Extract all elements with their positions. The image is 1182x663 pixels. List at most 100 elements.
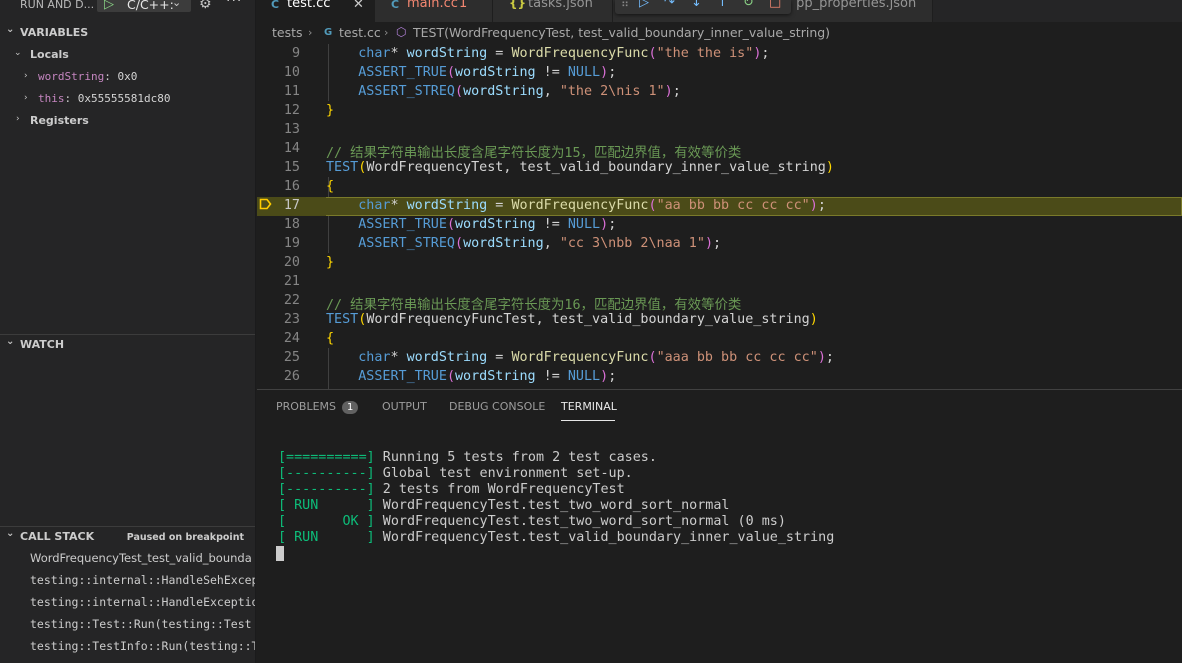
code-line: 24{	[283, 331, 335, 346]
current-execution-line: 17 char* wordString = WordFrequencyFunc(…	[257, 197, 1182, 216]
step-out-icon[interactable]: ↑	[717, 0, 728, 10]
debug-toolbar: ⠿ ▷ ↷ ↓ ↑ ↻ □	[615, 0, 791, 14]
code-line: 26 ASSERT_TRUE(wordString != NULL);	[283, 369, 617, 384]
variable-name: this	[38, 92, 65, 105]
variable-name: wordString	[38, 70, 105, 83]
cpp-file-icon: C	[271, 0, 280, 11]
code-line: 19 ASSERT_STREQ(wordString, "cc 3\nbb 2\…	[283, 236, 722, 251]
chevron-down-icon: ⌄	[6, 528, 15, 539]
watch-section-header[interactable]: ⌄ WATCH	[0, 334, 255, 354]
chevron-right-icon: ›	[16, 114, 20, 124]
tab-label: test.cc	[287, 0, 331, 11]
terminal-line: [ OK ] WordFrequencyTest.test_two_word_s…	[278, 514, 786, 529]
tab-main-cc[interactable]: C main.cc 1	[375, 0, 493, 22]
code-line: 9 char* wordString = WordFrequencyFunc("…	[291, 46, 770, 61]
code-line: 21	[283, 274, 300, 289]
run-and-debug-title: RUN AND D...	[20, 0, 95, 11]
tab-label: cpp_properties.json	[789, 0, 917, 11]
code-line: 16{	[283, 179, 335, 194]
tab-problems[interactable]: PROBLEMS 1	[276, 400, 359, 414]
variable-value: 0x55555581dc80	[77, 92, 171, 105]
tab-test-cc[interactable]: C test.cc ✕	[257, 0, 375, 22]
terminal-line: [----------] Global test environment set…	[278, 466, 633, 481]
stack-frame[interactable]: testing::TestInfo::Run(testing::Tes	[0, 635, 256, 657]
step-into-icon[interactable]: ↓	[691, 0, 702, 10]
variables-section-header[interactable]: ⌄ VARIABLES	[0, 23, 255, 43]
variable-row[interactable]: › this: 0x55555581dc80	[0, 88, 255, 110]
problems-count-badge: 1	[342, 401, 359, 414]
bottom-panel: PROBLEMS 1 OUTPUT DEBUG CONSOLE TERMINAL …	[257, 389, 1182, 663]
code-line: 23 TEST(WordFrequencyFuncTest, test_valid…	[283, 312, 818, 327]
breadcrumb-folder[interactable]: tests	[272, 25, 303, 40]
locals-scope[interactable]: ⌄ Locals	[0, 44, 255, 66]
variable-row[interactable]: › wordString: 0x0	[0, 66, 255, 88]
chevron-right-icon: ›	[384, 26, 389, 39]
watch-title: WATCH	[20, 338, 65, 351]
code-line: 22// 结果字符串输出长度含尾字符长度为16，匹配边界值，有效等价类	[283, 293, 742, 313]
ellipsis-icon[interactable]: ···	[226, 0, 242, 9]
code-line: 14// 结果字符串输出长度含尾字符长度为15，匹配边界值，有效等价类	[283, 141, 742, 161]
tab-debug-console[interactable]: DEBUG CONSOLE	[449, 400, 545, 413]
code-line: 11 ASSERT_STREQ(wordString, "the 2\nis 1…	[283, 84, 681, 99]
continue-icon[interactable]: ▷	[639, 0, 649, 10]
tab-label: main.cc	[407, 0, 458, 11]
breadcrumb: tests › G test.cc › ⬡ TEST(WordFrequency…	[257, 22, 1182, 44]
call-stack-section-header[interactable]: ⌄ CALL STACK Paused on breakpoint	[0, 526, 255, 546]
run-and-debug-bar: RUN AND D... ▷ C/C++: ⌄ ⚙ ···	[0, 0, 255, 14]
tab-label: tasks.json	[528, 0, 593, 11]
debug-sidebar: RUN AND D... ▷ C/C++: ⌄ ⚙ ··· ⌄ VARIABLE…	[0, 0, 256, 663]
locals-label: Locals	[30, 48, 69, 61]
variables-title: VARIABLES	[20, 26, 89, 39]
stack-frame-label: testing::internal::HandleSehExcepti	[30, 573, 256, 587]
gear-icon[interactable]: ⚙	[199, 0, 212, 12]
tab-tasks-json[interactable]: {} tasks.json	[493, 0, 613, 22]
code-line: 15 TEST(WordFrequencyTest, test_valid_bou…	[283, 160, 834, 175]
play-icon[interactable]: ▷	[104, 0, 114, 12]
registers-scope[interactable]: › Registers	[0, 110, 255, 132]
chevron-down-icon[interactable]: ⌄	[172, 0, 181, 9]
tab-terminal[interactable]: TERMINAL	[561, 400, 617, 413]
chevron-right-icon[interactable]: ›	[24, 93, 28, 103]
chevron-down-icon: ⌄	[14, 48, 22, 58]
editor-tab-bar: C test.cc ✕ C main.cc 1 {} tasks.json cp…	[257, 0, 1182, 22]
registers-label: Registers	[30, 114, 89, 127]
stack-frame[interactable]: testing::internal::HandleSehExcepti	[0, 569, 256, 591]
terminal-line: [ RUN ] WordFrequencyTest.test_two_word_…	[278, 498, 730, 513]
tab-output[interactable]: OUTPUT	[382, 400, 427, 413]
stack-frame-label: testing::TestInfo::Run(testing::Tes	[30, 639, 256, 653]
breadcrumb-file[interactable]: test.cc	[339, 25, 381, 40]
problem-count-badge: 1	[459, 0, 468, 11]
cpp-file-icon: G	[324, 27, 333, 38]
variable-value: 0x0	[117, 70, 138, 83]
code-line: 20}	[283, 255, 335, 270]
code-editor[interactable]: 9 char* wordString = WordFrequencyFunc("…	[257, 44, 1182, 389]
drag-handle-icon[interactable]: ⠿	[621, 0, 629, 10]
stack-frame[interactable]: testing::Test::Run(testing::Test *	[0, 613, 256, 635]
chevron-down-icon: ⌄	[6, 336, 15, 347]
step-over-icon[interactable]: ↷	[664, 0, 675, 10]
close-icon[interactable]: ✕	[353, 0, 364, 12]
chevron-right-icon: ›	[308, 26, 313, 39]
code-line: 10 ASSERT_TRUE(wordString != NULL);	[283, 65, 617, 80]
stack-frame-label: testing::Test::Run(testing::Test *	[30, 617, 256, 631]
active-tab-indicator	[561, 420, 615, 421]
launch-config-label[interactable]: C/C++:	[127, 0, 174, 12]
stack-frame[interactable]: testing::internal::HandleExceptions	[0, 591, 256, 613]
stop-icon[interactable]: □	[769, 0, 781, 10]
terminal-line: [----------] 2 tests from WordFrequencyT…	[278, 482, 625, 497]
terminal-cursor[interactable]	[276, 546, 284, 561]
stack-frame[interactable]: WordFrequencyTest_test_valid_bounda	[0, 547, 255, 569]
stack-frame-label: testing::internal::HandleExceptions	[30, 595, 256, 609]
paused-status: Paused on breakpoint	[126, 532, 244, 543]
terminal-line: [==========] Running 5 tests from 2 test…	[278, 450, 657, 465]
call-stack-title: CALL STACK	[20, 530, 95, 543]
code-line: 18 ASSERT_TRUE(wordString != NULL);	[283, 217, 617, 232]
restart-icon[interactable]: ↻	[743, 0, 754, 10]
code-line: 25 char* wordString = WordFrequencyFunc(…	[283, 350, 834, 365]
chevron-right-icon[interactable]: ›	[24, 71, 28, 81]
cpp-file-icon: C	[391, 0, 400, 11]
breadcrumb-symbol[interactable]: TEST(WordFrequencyTest, test_valid_bound…	[413, 25, 830, 40]
json-file-icon: {}	[509, 0, 527, 10]
code-line: 12}	[283, 103, 335, 118]
symbol-method-icon: ⬡	[396, 25, 407, 39]
